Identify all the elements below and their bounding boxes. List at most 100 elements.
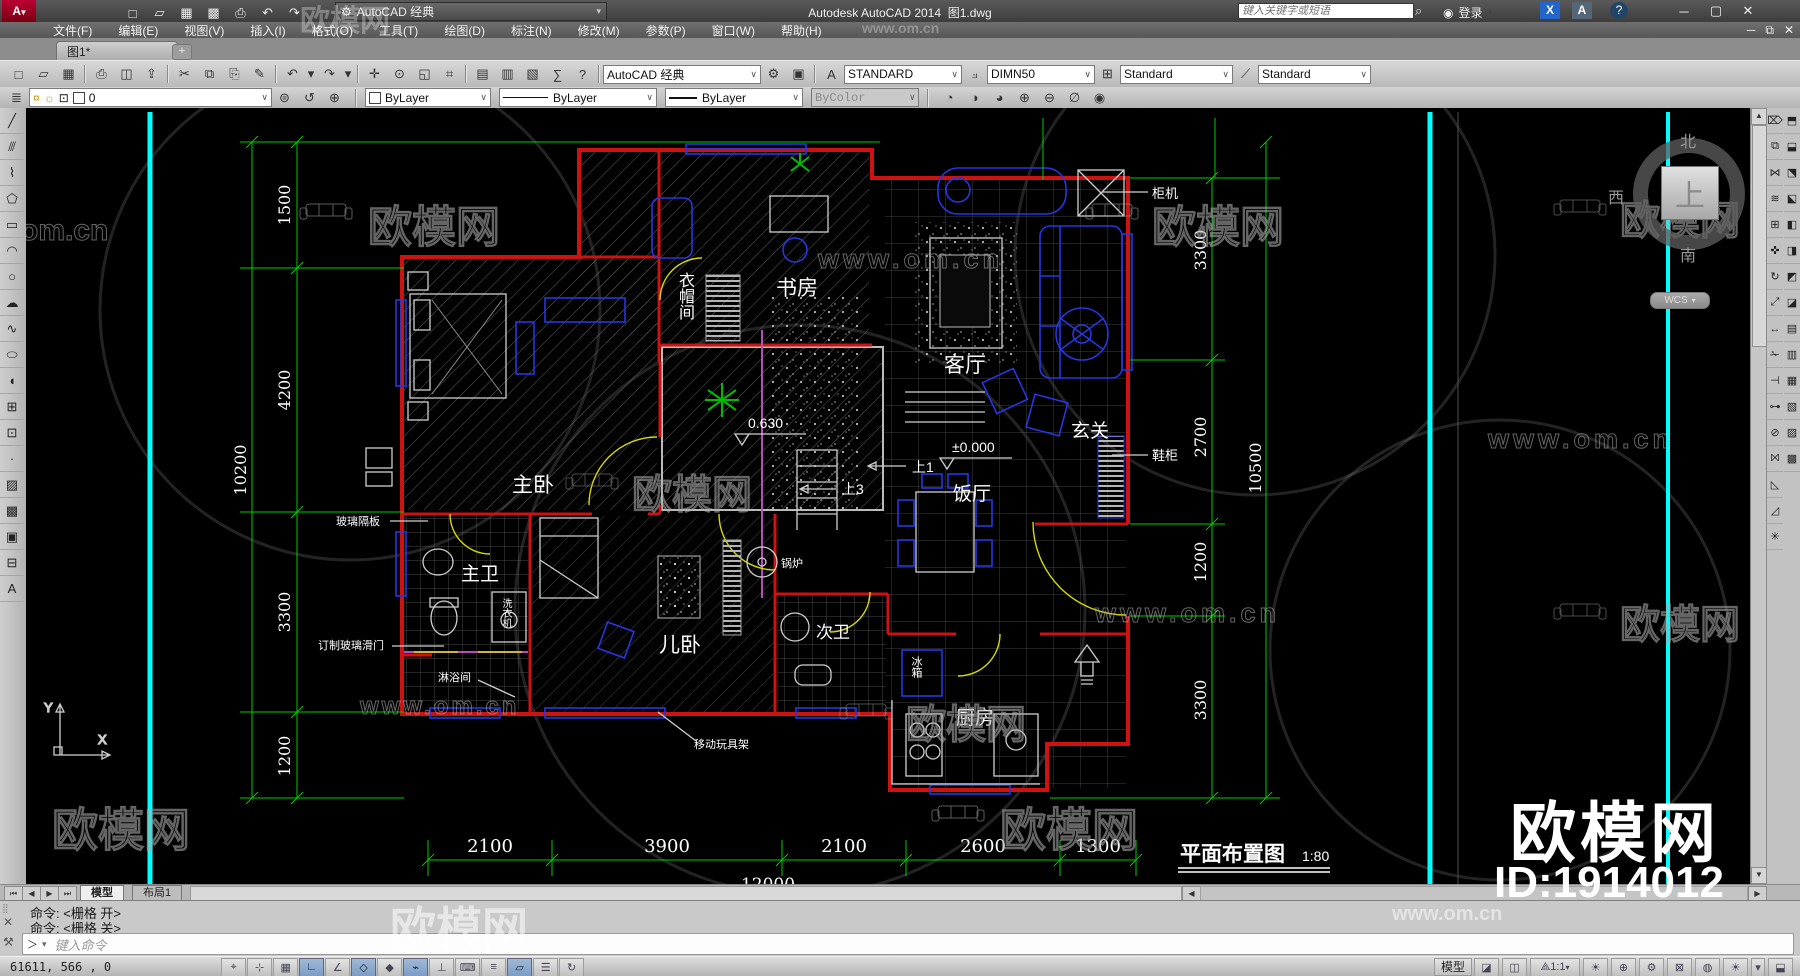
annotation-autoscale-icon[interactable]: ⊕ bbox=[1611, 957, 1636, 976]
construction-line-icon[interactable]: ⫻ bbox=[0, 134, 24, 160]
clean-screen-icon[interactable]: ⬓ bbox=[1768, 957, 1793, 976]
infer-icon[interactable]: ⌖ bbox=[221, 957, 247, 976]
model-space-button[interactable]: 模型 bbox=[1433, 958, 1472, 976]
mirror-icon[interactable]: ⋈ bbox=[1767, 160, 1783, 186]
arc-icon[interactable]: ◠ bbox=[0, 238, 24, 264]
close-button[interactable]: ✕ bbox=[1732, 0, 1764, 22]
designcenter-icon[interactable]: ▥ bbox=[495, 63, 520, 85]
region-icon[interactable]: ▣ bbox=[0, 524, 24, 550]
array-icon[interactable]: ⊞ bbox=[1767, 212, 1783, 238]
cmd-tools-icon[interactable]: ⚒ bbox=[3, 935, 14, 949]
stretch-icon[interactable]: ↔ bbox=[1767, 316, 1783, 342]
polygon-icon[interactable]: ⬠ bbox=[0, 186, 24, 212]
osnap3d-icon[interactable]: ◆ bbox=[377, 957, 403, 976]
offset-icon[interactable]: ≋ bbox=[1767, 186, 1783, 212]
quickcalc-icon[interactable]: ∑ bbox=[545, 63, 570, 85]
mtext-icon[interactable]: A bbox=[0, 576, 24, 602]
new-tab-button[interactable]: + bbox=[172, 44, 192, 60]
scroll-up-button[interactable]: ▲ bbox=[1751, 108, 1767, 125]
vp-clip-icon[interactable]: ∅ bbox=[1062, 87, 1087, 109]
copy-icon[interactable]: ⧉ bbox=[197, 63, 222, 85]
annotation-visibility-icon[interactable]: ☀ bbox=[1583, 957, 1608, 976]
gradient-icon[interactable]: ▩ bbox=[0, 498, 24, 524]
status-menu-caret[interactable]: ▾ bbox=[1751, 957, 1765, 976]
draworder-above-icon[interactable]: ⬔ bbox=[1784, 160, 1800, 186]
tool7-icon[interactable]: ▦ bbox=[1784, 368, 1800, 394]
menu-file[interactable]: 文件(F) bbox=[40, 22, 105, 39]
sc-icon[interactable]: ↻ bbox=[559, 957, 585, 976]
menu-parametric[interactable]: 参数(P) bbox=[633, 22, 699, 39]
fillet-icon[interactable]: ◿ bbox=[1767, 498, 1783, 524]
table-icon[interactable]: ⊟ bbox=[0, 550, 24, 576]
workspace-save-icon[interactable]: ▣ bbox=[786, 63, 811, 85]
snap-icon[interactable]: ⊹ bbox=[247, 957, 273, 976]
hscroll-track[interactable] bbox=[1200, 886, 1748, 901]
line-icon[interactable]: ╱ bbox=[0, 108, 24, 134]
ellipse-icon[interactable]: ⬭ bbox=[0, 342, 24, 368]
quickview-layouts-icon[interactable]: ◪ bbox=[1474, 957, 1499, 976]
menu-help[interactable]: 帮助(H) bbox=[768, 22, 835, 39]
dim-style-icon[interactable]: ⟓ bbox=[962, 63, 987, 85]
vp-add-icon[interactable]: ⊕ bbox=[1012, 87, 1037, 109]
menu-insert[interactable]: 插入(I) bbox=[237, 22, 298, 39]
draworder-front-icon[interactable]: ⬒ bbox=[1784, 108, 1800, 134]
cmd-grip[interactable]: ⣿ bbox=[2, 903, 9, 914]
mleader-style-icon[interactable]: ⟋ bbox=[1233, 63, 1258, 85]
dim-style-dropdown[interactable]: DIMN50 ∨ bbox=[987, 64, 1095, 84]
doc-close-button[interactable]: ✕ bbox=[1784, 23, 1794, 38]
revcloud-icon[interactable]: ☁ bbox=[0, 290, 24, 316]
properties-icon[interactable]: ▤ bbox=[470, 63, 495, 85]
open-icon[interactable]: ▱ bbox=[31, 63, 56, 85]
ellipse-arc-icon[interactable]: ◖ bbox=[0, 368, 24, 394]
zoom-window-icon[interactable]: ◱ bbox=[412, 63, 437, 85]
workspace-gear-icon[interactable]: ⚙ bbox=[1639, 957, 1664, 976]
scroll-down-button[interactable]: ▼ bbox=[1751, 867, 1767, 884]
vp-single-icon[interactable]: ◑ bbox=[962, 87, 987, 109]
autodesk360-icon[interactable]: A bbox=[1572, 2, 1592, 19]
undo-icon[interactable]: ↶ bbox=[280, 63, 305, 85]
doc-restore-button[interactable]: ⧉ bbox=[1765, 23, 1774, 38]
erase-icon[interactable]: ⌦ bbox=[1767, 108, 1783, 134]
table-style-dropdown[interactable]: Standard ∨ bbox=[1120, 64, 1233, 84]
layer-prev-icon[interactable]: ↺ bbox=[297, 87, 322, 109]
menu-format[interactable]: 格式(O) bbox=[299, 22, 366, 39]
color-dropdown[interactable]: ByLayer ∨ bbox=[365, 88, 491, 107]
pan-icon[interactable]: ✛ bbox=[362, 63, 387, 85]
doc-minimize-button[interactable]: ─ bbox=[1747, 23, 1756, 38]
insert-block-icon[interactable]: ⊞ bbox=[0, 394, 24, 420]
osnap-icon[interactable]: ◇ bbox=[351, 957, 377, 976]
tool8-icon[interactable]: ▧ bbox=[1784, 394, 1800, 420]
paste-icon[interactable]: ⎘ bbox=[222, 63, 247, 85]
undo-caret[interactable]: ▾ bbox=[305, 63, 317, 85]
vscroll-thumb[interactable] bbox=[1752, 125, 1767, 347]
redo-icon[interactable]: ↷ bbox=[317, 63, 342, 85]
spline-icon[interactable]: ∿ bbox=[0, 316, 24, 342]
minimize-button[interactable]: ─ bbox=[1668, 0, 1700, 22]
menu-draw[interactable]: 绘图(D) bbox=[431, 22, 498, 39]
qp-icon[interactable]: ☰ bbox=[533, 957, 559, 976]
help-icon[interactable]: ? bbox=[1610, 2, 1628, 19]
break-point-icon[interactable]: ⊶ bbox=[1767, 394, 1783, 420]
menu-edit[interactable]: 编辑(E) bbox=[105, 22, 171, 39]
tool5-icon[interactable]: ▤ bbox=[1784, 316, 1800, 342]
quickview-drawings-icon[interactable]: ◫ bbox=[1502, 957, 1527, 976]
text-style-icon[interactable]: A bbox=[819, 63, 844, 85]
ducs-icon[interactable]: ⊥ bbox=[429, 957, 455, 976]
vp-poly-icon[interactable]: ◕ bbox=[987, 87, 1012, 109]
polar-icon[interactable]: ∠ bbox=[325, 957, 351, 976]
plot-icon[interactable]: ⎙ bbox=[89, 63, 114, 85]
signin-control[interactable]: ◉ 登录 ▾ bbox=[1443, 4, 1492, 21]
layer-properties-icon[interactable]: ≣ bbox=[4, 87, 29, 109]
tool3-icon[interactable]: ◩ bbox=[1784, 264, 1800, 290]
toolbar-lock-icon[interactable]: ⊠ bbox=[1667, 957, 1692, 976]
menu-modify[interactable]: 修改(M) bbox=[565, 22, 633, 39]
table-style-icon[interactable]: ⊞ bbox=[1095, 63, 1120, 85]
grid-icon[interactable]: ▦ bbox=[273, 957, 299, 976]
redo-caret[interactable]: ▾ bbox=[342, 63, 354, 85]
tool4-icon[interactable]: ◪ bbox=[1784, 290, 1800, 316]
viewcube-west[interactable]: 西 bbox=[1608, 184, 1624, 208]
save-icon[interactable]: ▦ bbox=[56, 63, 81, 85]
circle-icon[interactable]: ○ bbox=[0, 264, 24, 290]
viewcube-top-face[interactable]: 上 bbox=[1661, 166, 1719, 220]
command-input[interactable]: ＞ ▾ 键入命令 bbox=[22, 933, 1794, 955]
